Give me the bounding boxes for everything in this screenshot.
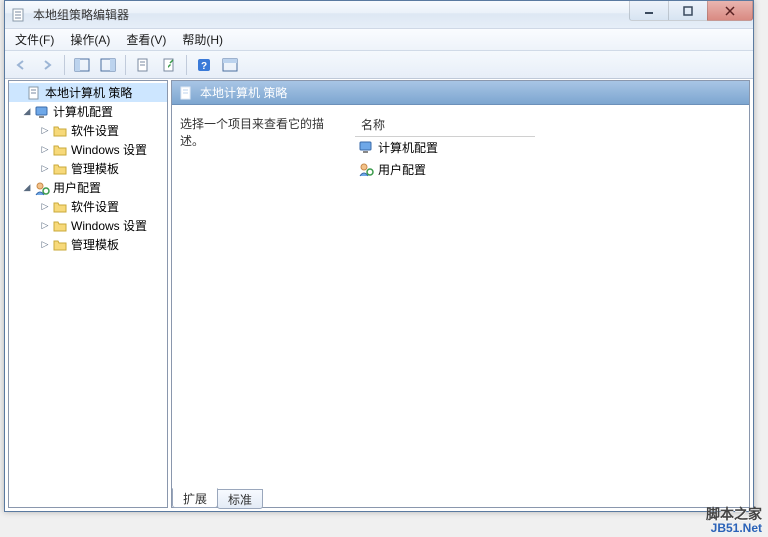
- close-button[interactable]: [707, 1, 753, 21]
- chevron-right-icon: ▷: [39, 125, 51, 136]
- tree-root-label: 本地计算机 策略: [45, 84, 132, 101]
- item-list: 名称 计算机配置 用户配置: [355, 115, 741, 499]
- chevron-right-icon: ▷: [39, 163, 51, 174]
- folder-icon: [52, 123, 68, 139]
- toolbar: ?: [5, 51, 753, 79]
- tree-label: Windows 设置: [71, 141, 147, 158]
- chevron-right-icon: ▷: [39, 201, 51, 212]
- chevron-right-icon: ▷: [39, 220, 51, 231]
- help-button[interactable]: ?: [192, 54, 216, 76]
- details-content: 选择一个项目来查看它的描述。 名称 计算机配置 用户配置: [172, 105, 749, 507]
- menu-action[interactable]: 操作(A): [62, 29, 118, 50]
- folder-icon: [52, 199, 68, 215]
- folder-icon: [52, 161, 68, 177]
- tree-user-config[interactable]: ◢ 用户配置: [9, 178, 167, 197]
- tree-user-windows[interactable]: ▷ Windows 设置: [9, 216, 167, 235]
- window-title: 本地组策略编辑器: [33, 6, 129, 23]
- details-header-title: 本地计算机 策略: [200, 84, 287, 101]
- tree[interactable]: 本地计算机 策略 ◢ 计算机配置 ▷ 软件设置 ▷ Windows 设置: [9, 81, 167, 507]
- chevron-down-icon: ◢: [21, 182, 33, 193]
- chevron-down-icon: ◢: [21, 106, 33, 117]
- tab-standard[interactable]: 标准: [217, 489, 263, 509]
- user-icon: [34, 180, 50, 196]
- computer-icon: [34, 104, 50, 120]
- tree-label: 管理模板: [71, 236, 119, 253]
- title-bar[interactable]: 本地组策略编辑器: [5, 1, 753, 29]
- tree-label: 软件设置: [71, 198, 119, 215]
- tree-computer-windows[interactable]: ▷ Windows 设置: [9, 140, 167, 159]
- app-window: 本地组策略编辑器 文件(F) 操作(A) 查看(V) 帮助(H) ?: [4, 0, 754, 512]
- tree-label: 用户配置: [53, 179, 101, 196]
- toolbar-separator: [186, 55, 187, 75]
- menu-help[interactable]: 帮助(H): [174, 29, 231, 50]
- chevron-right-icon: ▷: [39, 239, 51, 250]
- computer-icon: [358, 139, 374, 155]
- policy-icon: [178, 85, 194, 101]
- tree-root[interactable]: 本地计算机 策略: [9, 83, 167, 102]
- tree-label: 计算机配置: [53, 103, 113, 120]
- window-controls: [630, 1, 753, 21]
- watermark-en: JB51.Net: [706, 521, 762, 535]
- tree-user-software[interactable]: ▷ 软件设置: [9, 197, 167, 216]
- svg-text:?: ?: [201, 61, 207, 72]
- menu-view[interactable]: 查看(V): [118, 29, 174, 50]
- list-item-label: 用户配置: [378, 161, 426, 178]
- export-list-button[interactable]: [157, 54, 181, 76]
- column-header-row[interactable]: 名称: [355, 115, 741, 135]
- show-hide-tree-button[interactable]: [70, 54, 94, 76]
- folder-icon: [52, 237, 68, 253]
- tree-label: Windows 设置: [71, 217, 147, 234]
- toolbar-separator: [125, 55, 126, 75]
- back-button[interactable]: [9, 54, 33, 76]
- description-area: 选择一个项目来查看它的描述。: [180, 115, 355, 499]
- tree-user-templates[interactable]: ▷ 管理模板: [9, 235, 167, 254]
- filter-button[interactable]: [218, 54, 242, 76]
- tree-computer-templates[interactable]: ▷ 管理模板: [9, 159, 167, 178]
- list-item[interactable]: 用户配置: [355, 159, 741, 179]
- bottom-tabs: 扩展 标准: [172, 488, 262, 508]
- forward-button[interactable]: [35, 54, 59, 76]
- toolbar-separator: [64, 55, 65, 75]
- policy-icon: [26, 85, 42, 101]
- tree-computer-software[interactable]: ▷ 软件设置: [9, 121, 167, 140]
- menu-bar: 文件(F) 操作(A) 查看(V) 帮助(H): [5, 29, 753, 51]
- menu-file[interactable]: 文件(F): [7, 29, 62, 50]
- folder-icon: [52, 218, 68, 234]
- tab-extended[interactable]: 扩展: [172, 488, 218, 508]
- list-item-label: 计算机配置: [378, 139, 438, 156]
- maximize-button[interactable]: [668, 1, 708, 21]
- app-icon: [11, 7, 27, 23]
- details-header: 本地计算机 策略: [172, 81, 749, 105]
- column-name[interactable]: 名称: [355, 113, 535, 137]
- list-item[interactable]: 计算机配置: [355, 137, 741, 157]
- tree-pane: 本地计算机 策略 ◢ 计算机配置 ▷ 软件设置 ▷ Windows 设置: [8, 80, 168, 508]
- chevron-right-icon: ▷: [39, 144, 51, 155]
- body: 本地计算机 策略 ◢ 计算机配置 ▷ 软件设置 ▷ Windows 设置: [8, 80, 750, 508]
- show-hide-action-button[interactable]: [96, 54, 120, 76]
- user-icon: [358, 161, 374, 177]
- tree-label: 软件设置: [71, 122, 119, 139]
- details-pane: 本地计算机 策略 选择一个项目来查看它的描述。 名称 计算机配置: [171, 80, 750, 508]
- tree-computer-config[interactable]: ◢ 计算机配置: [9, 102, 167, 121]
- properties-button[interactable]: [131, 54, 155, 76]
- description-text: 选择一个项目来查看它的描述。: [180, 117, 324, 148]
- folder-icon: [52, 142, 68, 158]
- tree-label: 管理模板: [71, 160, 119, 177]
- minimize-button[interactable]: [629, 1, 669, 21]
